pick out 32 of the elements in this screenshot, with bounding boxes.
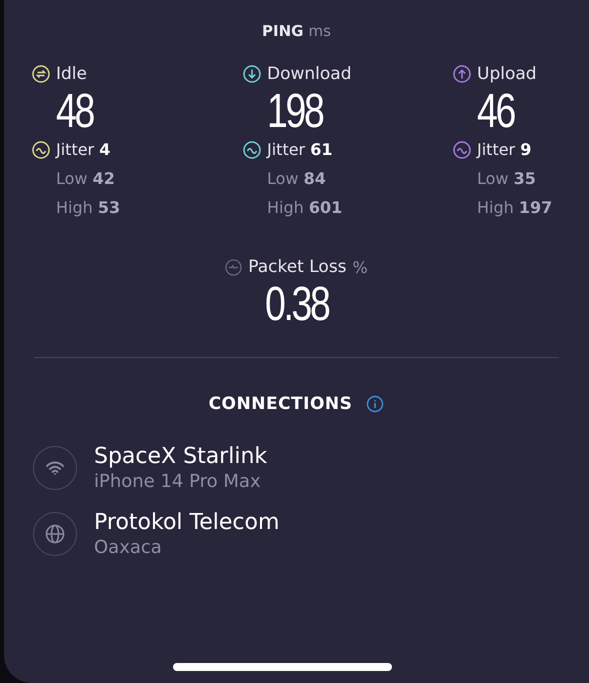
high-text: High 197 — [477, 198, 554, 217]
jitter-text: Jitter 9 — [477, 140, 532, 159]
packet-loss-value: 0.38 — [264, 277, 328, 333]
upload-icon — [453, 65, 471, 83]
globe-icon — [33, 512, 77, 556]
pulse-icon — [225, 258, 242, 276]
metric-value: 198 — [267, 84, 322, 140]
metric-label: Idle — [56, 64, 87, 84]
jitter-text: Jitter 61 — [267, 140, 332, 159]
connection-detail: iPhone 14 Pro Max — [94, 471, 262, 492]
info-icon[interactable] — [366, 395, 384, 413]
low-text: Low 35 — [477, 169, 537, 188]
connection-name: Protokol Telecom — [94, 510, 280, 535]
low-text: Low 84 — [267, 169, 327, 188]
arrows-icon — [32, 65, 50, 83]
packet-loss-label: Packet Loss — [248, 257, 347, 277]
metric-value: 46 — [477, 84, 514, 140]
connections-title: CONNECTIONS — [208, 394, 352, 414]
metric-value: 48 — [56, 84, 93, 140]
metric-label: Upload — [477, 64, 537, 84]
metric-label: Download — [267, 64, 352, 84]
wifi-icon — [33, 446, 77, 490]
low-text: Low 42 — [56, 169, 116, 188]
connection-detail: Oaxaca — [94, 537, 163, 558]
high-text: High 601 — [267, 198, 344, 217]
connection-name: SpaceX Starlink — [94, 444, 268, 469]
ping-unit: ms — [308, 22, 331, 40]
jitter-text: Jitter 4 — [56, 140, 110, 159]
packet-loss-unit: % — [352, 258, 368, 276]
ping-title: PING — [262, 22, 304, 40]
download-icon — [243, 65, 261, 83]
high-text: High 53 — [56, 198, 122, 217]
